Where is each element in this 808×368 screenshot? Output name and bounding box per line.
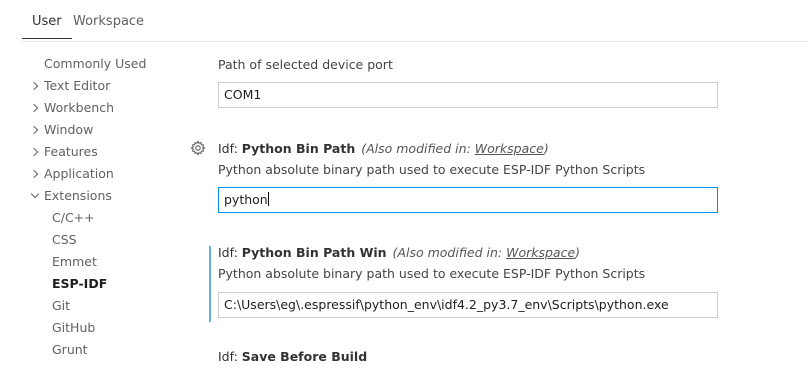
workspace-link[interactable]: Workspace (506, 245, 575, 260)
toc-item-label: Commonly Used (44, 56, 147, 71)
also-modified-suffix: ) (575, 245, 581, 260)
settings-toc: Commonly Used Text Editor Workbench Wind… (22, 43, 182, 361)
setting-category: Idf: (218, 349, 242, 364)
setting-name: Python Bin Path Win (241, 245, 387, 260)
also-modified-suffix: ) (543, 141, 549, 156)
input-value: python (224, 192, 268, 207)
also-modified-prefix: (Also modified in: (392, 245, 507, 260)
python-bin-path-win-input[interactable]: C:\Users\eg\.espressif\python_env\idf4.2… (218, 292, 718, 318)
also-modified-note: (Also modified in: Workspace) (393, 245, 580, 260)
tab-user[interactable]: User (22, 14, 72, 39)
settings-scope-tabs: User Workspace (22, 0, 808, 42)
setting-category: Idf: (218, 245, 242, 260)
toc-item-label: Window (44, 122, 94, 137)
text-caret (267, 192, 269, 206)
toc-item-label: Application (44, 166, 114, 181)
modified-indicator (209, 246, 211, 322)
toc-item-label: Workbench (44, 100, 114, 115)
toc-item-label: GitHub (52, 320, 96, 335)
setting-description: Path of selected device port (218, 57, 393, 72)
setting-name: Python Bin Path (241, 141, 356, 156)
toc-item-label: Features (44, 144, 98, 159)
setting-description: Python absolute binary path used to exec… (218, 162, 646, 177)
setting-category: Idf: (218, 141, 242, 156)
setting-title: Idf: Save Before Build (218, 349, 367, 364)
setting-title: Idf: Python Bin Path Win (Also modified i… (218, 245, 580, 260)
toc-item-label: ESP-IDF (52, 276, 108, 291)
tab-workspace[interactable]: Workspace (73, 14, 144, 29)
setting-description: Python absolute binary path used to exec… (218, 266, 646, 281)
toc-item-label: Grunt (52, 342, 88, 357)
gear-icon[interactable] (190, 140, 206, 156)
toc-item-label: CSS (52, 232, 77, 247)
setting-title: Idf: Python Bin Path (Also modified in: W… (218, 141, 549, 156)
python-bin-path-input[interactable]: python (218, 187, 718, 213)
setting-device-port: Path of selected device port COM1 (188, 50, 808, 120)
also-modified-prefix: (Also modified in: (361, 141, 475, 156)
toc-item-label: Git (52, 298, 71, 313)
toc-item-label: Emmet (52, 254, 97, 269)
toc-item-label: C/C++ (52, 210, 95, 225)
setting-python-bin-path: Idf: Python Bin Path (Also modified in: W… (188, 140, 808, 220)
also-modified-note: (Also modified in: Workspace) (361, 141, 548, 156)
toc-item-label: Extensions (44, 188, 112, 203)
toc-item-label: Text Editor (44, 78, 111, 93)
device-port-input[interactable]: COM1 (218, 82, 718, 108)
setting-save-before-build: Idf: Save Before Build (188, 348, 808, 368)
setting-name: Save Before Build (241, 349, 368, 364)
setting-python-bin-path-win: Idf: Python Bin Path Win (Also modified i… (188, 244, 808, 324)
workspace-link[interactable]: Workspace (475, 141, 544, 156)
